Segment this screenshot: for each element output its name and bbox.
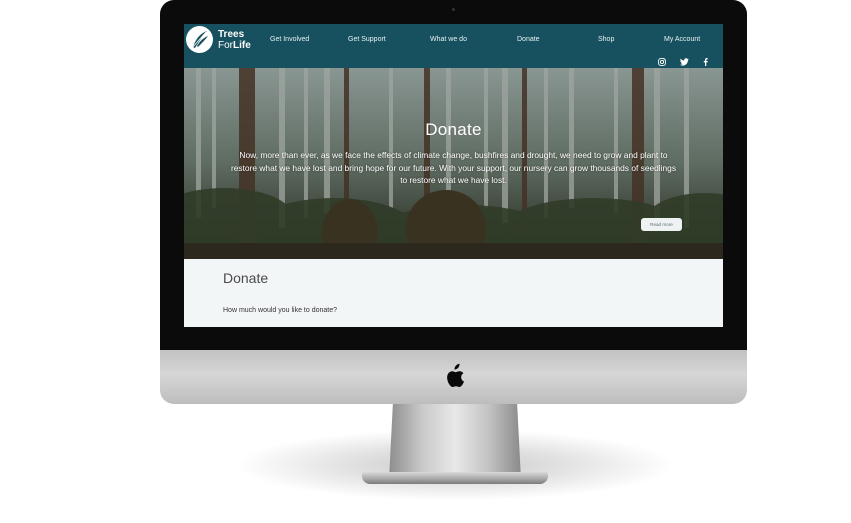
donate-question: How much would you like to donate?: [223, 307, 338, 314]
site-header: Trees ForLife Get Involved Get Support W…: [184, 24, 723, 68]
nav-donate[interactable]: Donate: [517, 36, 540, 43]
hero-banner: Donate Now, more than ever, as we face t…: [184, 68, 723, 259]
apple-logo-icon: [447, 363, 464, 388]
monitor-stand-foot: [362, 472, 548, 484]
screen: Trees ForLife Get Involved Get Support W…: [184, 24, 723, 327]
hero-title: Donate: [425, 120, 482, 139]
instagram-icon[interactable]: [657, 57, 667, 67]
nav-what-we-do[interactable]: What we do: [430, 36, 467, 43]
read-more-button[interactable]: Read more: [641, 218, 682, 231]
nav-my-account[interactable]: My Account: [664, 36, 700, 43]
facebook-icon[interactable]: [700, 57, 710, 67]
nav-get-support[interactable]: Get Support: [348, 36, 386, 43]
hero-description: Now, more than ever, as we face the effe…: [230, 150, 677, 186]
twitter-icon[interactable]: [679, 57, 689, 67]
nav-shop[interactable]: Shop: [598, 36, 614, 43]
section-title: Donate: [223, 270, 269, 286]
mockup-stage: Trees ForLife Get Involved Get Support W…: [0, 0, 851, 523]
monitor-stand: [389, 402, 521, 480]
nav-get-involved[interactable]: Get Involved: [270, 36, 309, 43]
camera: [452, 8, 455, 11]
main-nav: Get Involved Get Support What we do Dona…: [184, 36, 723, 48]
